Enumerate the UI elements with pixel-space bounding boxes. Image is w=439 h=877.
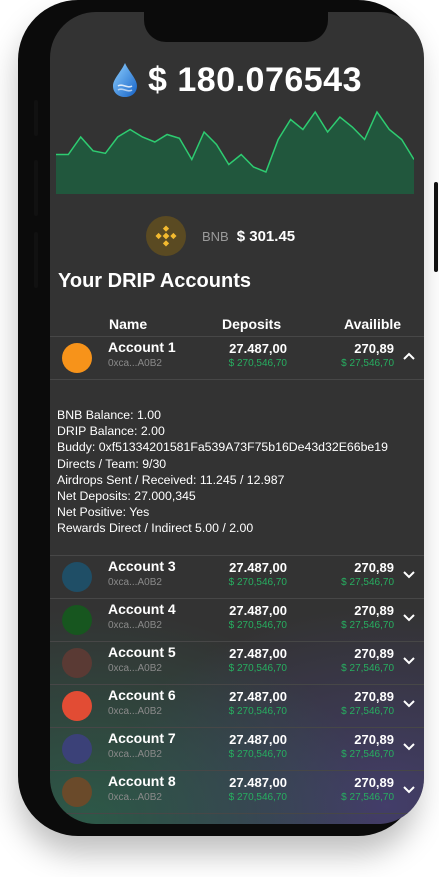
account-available-usd: $ 27,546,70 bbox=[341, 706, 394, 717]
account-name: Account 3 bbox=[108, 558, 176, 574]
column-header-available: Availible bbox=[344, 316, 402, 332]
chevron-down-icon[interactable] bbox=[402, 740, 416, 754]
account-deposits: 27.487,00 bbox=[229, 560, 287, 575]
account-address: 0xca...A0B2 bbox=[108, 749, 162, 760]
account-avatar bbox=[62, 777, 92, 807]
account-row[interactable]: Account 5 0xca...A0B2 27.487,00 $ 270,54… bbox=[50, 642, 424, 684]
account-deposits-usd: $ 270,546,70 bbox=[228, 663, 287, 674]
account-avatar bbox=[62, 343, 92, 373]
account-available: 270,89 bbox=[354, 689, 394, 704]
account-address: 0xca...A0B2 bbox=[108, 620, 162, 631]
app-screen: $ 180.076543 BNB $ 301.45 Your DRIP Acco… bbox=[50, 12, 424, 824]
bnb-icon bbox=[146, 216, 186, 256]
total-balance: $ 180.076543 bbox=[148, 60, 362, 99]
account-avatar bbox=[62, 691, 92, 721]
balance-chart bbox=[56, 110, 414, 194]
volume-up-button bbox=[34, 160, 38, 216]
account-name: Account 1 bbox=[108, 339, 176, 355]
account-name: Account 5 bbox=[108, 644, 176, 660]
chart-area bbox=[56, 112, 414, 194]
account-row[interactable]: Account 4 0xca...A0B2 27.487,00 $ 270,54… bbox=[50, 599, 424, 641]
token-price: $ 301.45 bbox=[236, 227, 296, 245]
account-available-usd: $ 27,546,70 bbox=[341, 663, 394, 674]
account-name: Account 7 bbox=[108, 730, 176, 746]
detail-net-positive: Net Positive: Yes bbox=[57, 505, 150, 520]
chevron-down-icon[interactable] bbox=[402, 697, 416, 711]
account-available: 270,89 bbox=[354, 560, 394, 575]
detail-buddy: Buddy: 0xf51334201581Fa539A73F75b16De43d… bbox=[57, 440, 388, 455]
account-available: 270,89 bbox=[354, 775, 394, 790]
account-row[interactable]: Account 7 0xca...A0B2 27.487,00 $ 270,54… bbox=[50, 728, 424, 770]
account-deposits: 27.487,00 bbox=[229, 775, 287, 790]
detail-airdrops: Airdrops Sent / Received: 11.245 / 12.98… bbox=[57, 472, 285, 487]
account-avatar bbox=[62, 562, 92, 592]
power-button bbox=[434, 182, 438, 272]
account-deposits-usd: $ 270,546,70 bbox=[228, 620, 287, 631]
account-name: Account 8 bbox=[108, 773, 176, 789]
token-name: BNB bbox=[202, 228, 229, 244]
token-price-row: BNB $ 301.45 bbox=[146, 216, 295, 256]
column-header-name: Name bbox=[109, 316, 148, 332]
table-header: Name Deposits Availible bbox=[50, 316, 424, 336]
account-address: 0xca...A0B2 bbox=[108, 706, 162, 717]
column-header-deposits: Deposits bbox=[222, 316, 282, 332]
account-available: 270,89 bbox=[354, 732, 394, 747]
balance-header: $ 180.076543 bbox=[50, 58, 424, 102]
account-address: 0xca...A0B2 bbox=[108, 663, 162, 674]
account-name: Account 4 bbox=[108, 601, 176, 617]
account-row[interactable]: Account 8 0xca...A0B2 27.487,00 $ 270,54… bbox=[50, 771, 424, 813]
account-deposits: 27.487,00 bbox=[229, 603, 287, 618]
volume-down-button bbox=[34, 232, 38, 288]
phone-frame: $ 180.076543 BNB $ 301.45 Your DRIP Acco… bbox=[18, 0, 438, 836]
account-deposits-usd: $ 270,546,70 bbox=[228, 749, 287, 760]
account-address: 0xca...A0B2 bbox=[108, 792, 162, 803]
account-row[interactable]: Account 6 0xca...A0B2 27.487,00 $ 270,54… bbox=[50, 685, 424, 727]
account-available-usd: $ 27,546,70 bbox=[341, 749, 394, 760]
account-deposits: 27.487,00 bbox=[229, 732, 287, 747]
section-title: Your DRIP Accounts bbox=[58, 270, 251, 292]
chevron-down-icon[interactable] bbox=[402, 783, 416, 797]
account-deposits-usd: $ 270,546,70 bbox=[228, 792, 287, 803]
water-drop-icon bbox=[113, 63, 137, 97]
account-row[interactable]: Account 3 0xca...A0B2 27.487,00 $ 270,54… bbox=[50, 556, 424, 598]
divider bbox=[50, 813, 424, 814]
account-name: Account 6 bbox=[108, 687, 176, 703]
account-deposits-usd: $ 270,546,70 bbox=[228, 577, 287, 588]
account-deposits: 27.487,00 bbox=[229, 341, 287, 356]
account-available: 270,89 bbox=[354, 646, 394, 661]
chevron-down-icon[interactable] bbox=[402, 611, 416, 625]
account-available-usd: $ 27,546,70 bbox=[341, 358, 394, 369]
account-deposits: 27.487,00 bbox=[229, 646, 287, 661]
detail-bnb-balance: BNB Balance: 1.00 bbox=[57, 408, 161, 422]
account-avatar bbox=[62, 605, 92, 635]
account-avatar bbox=[62, 734, 92, 764]
detail-directs-team: Directs / Team: 9/30 bbox=[57, 456, 167, 471]
detail-rewards: Rewards Direct / Indirect 5.00 / 2.00 bbox=[57, 521, 254, 536]
account-available-usd: $ 27,546,70 bbox=[341, 620, 394, 631]
chevron-down-icon[interactable] bbox=[402, 654, 416, 668]
detail-drip-balance: DRIP Balance: 2.00 bbox=[57, 424, 165, 439]
account-address: 0xca...A0B2 bbox=[108, 577, 162, 588]
account-deposits: 27.487,00 bbox=[229, 689, 287, 704]
silent-switch bbox=[34, 100, 38, 136]
chevron-down-icon[interactable] bbox=[402, 568, 416, 582]
account-available: 270,89 bbox=[354, 603, 394, 618]
account-available: 270,89 bbox=[354, 341, 394, 356]
chevron-up-icon[interactable] bbox=[402, 349, 416, 363]
divider bbox=[50, 379, 424, 380]
account-deposits-usd: $ 270,546,70 bbox=[228, 358, 287, 369]
account-deposits-usd: $ 270,546,70 bbox=[228, 706, 287, 717]
account-available-usd: $ 27,546,70 bbox=[341, 577, 394, 588]
account-details-panel: BNB Balance: 1.00 DRIP Balance: 2.00 Bud… bbox=[57, 407, 388, 537]
account-address: 0xca...A0B2 bbox=[108, 358, 162, 369]
detail-net-deposits: Net Deposits: 27.000,345 bbox=[57, 488, 196, 503]
notch bbox=[144, 12, 328, 42]
account-row[interactable]: Account 1 0xca...A0B2 27.487,00 $ 270,54… bbox=[50, 337, 424, 379]
account-available-usd: $ 27,546,70 bbox=[341, 792, 394, 803]
account-avatar bbox=[62, 648, 92, 678]
